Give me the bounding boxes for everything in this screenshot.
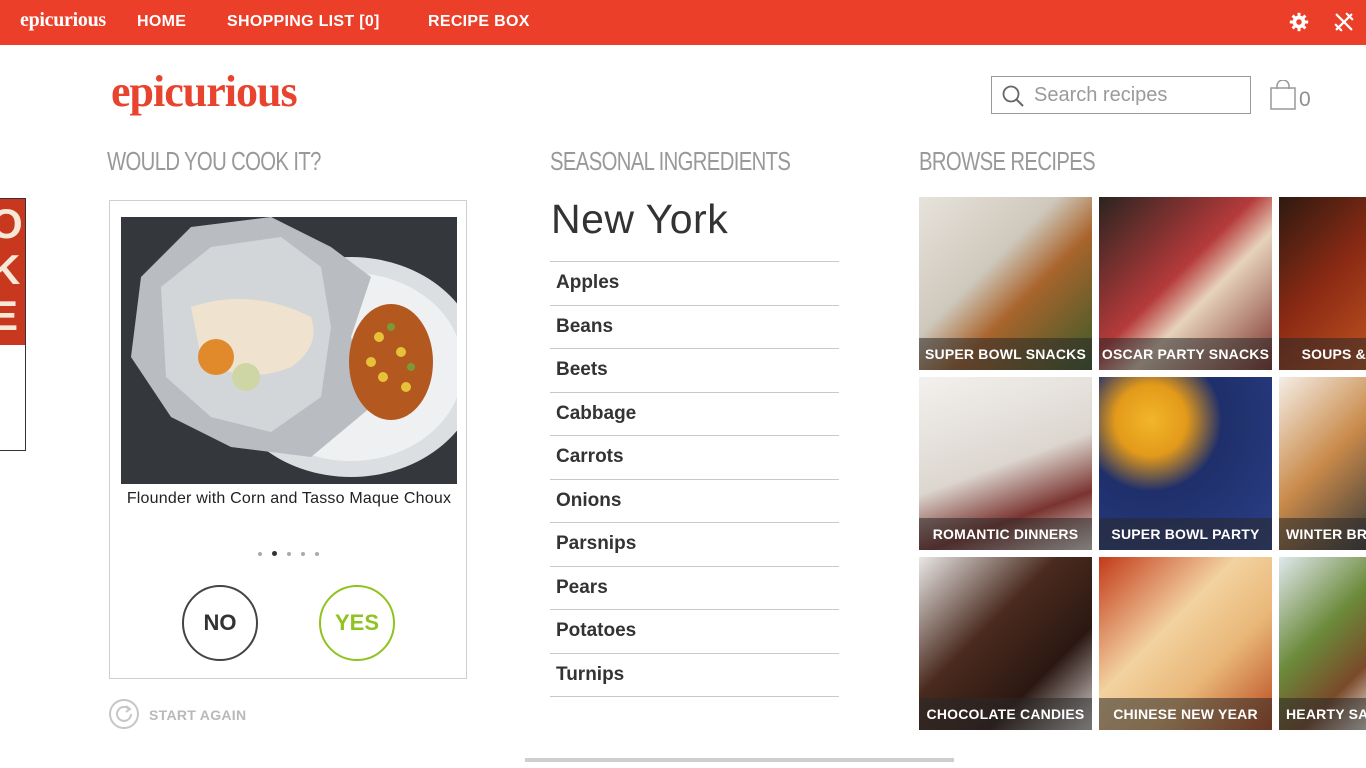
browse-tile-soups[interactable]: SOUPS & <box>1279 197 1366 370</box>
ingredient-item[interactable]: Onions <box>550 480 839 523</box>
ingredient-item[interactable]: Pears <box>550 567 839 610</box>
nav-home[interactable]: HOME <box>137 13 186 31</box>
ingredient-item[interactable]: Cabbage <box>550 393 839 436</box>
previous-card-peek[interactable]: OKE <box>0 198 26 451</box>
bag-count: 0 <box>1299 88 1311 111</box>
ingredient-item[interactable]: Beets <box>550 349 839 393</box>
tile-caption: CHINESE NEW YEAR <box>1099 698 1272 730</box>
city-name[interactable]: New York <box>551 196 728 243</box>
ingredient-item[interactable]: Carrots <box>550 436 839 480</box>
ingredient-item[interactable]: Turnips <box>550 654 839 697</box>
carousel-dot[interactable] <box>286 551 291 556</box>
horizontal-scrollbar[interactable] <box>525 758 954 762</box>
tile-caption: SOUPS & <box>1279 338 1366 370</box>
carousel-dot[interactable] <box>314 551 319 556</box>
search-icon <box>1002 85 1024 107</box>
recipe-photo <box>121 217 457 484</box>
nav-recipe-box[interactable]: RECIPE BOX <box>428 13 530 31</box>
ingredient-item[interactable]: Potatoes <box>550 610 839 654</box>
start-again-label: START AGAIN <box>149 707 247 723</box>
tile-caption: ROMANTIC DINNERS <box>919 518 1092 550</box>
tile-caption: CHOCOLATE CANDIES <box>919 698 1092 730</box>
app-bar-logo[interactable]: epicurious <box>20 9 106 32</box>
ingredient-item[interactable]: Apples <box>550 262 839 306</box>
ingredient-item[interactable]: Parsnips <box>550 523 839 567</box>
browse-tile-chocolate-candies[interactable]: CHOCOLATE CANDIES <box>919 557 1092 730</box>
ingredient-list: Apples Beans Beets Cabbage Carrots Onion… <box>550 261 839 697</box>
browse-tile-romantic-dinners[interactable]: ROMANTIC DINNERS <box>919 377 1092 550</box>
browse-tile-super-bowl-snacks[interactable]: SUPER BOWL SNACKS <box>919 197 1092 370</box>
previous-card-image: OKE <box>0 199 25 345</box>
no-button[interactable]: NO <box>182 585 258 661</box>
settings-gear-icon[interactable] <box>1288 11 1310 33</box>
refresh-icon <box>109 699 139 729</box>
recipe-title[interactable]: Flounder with Corn and Tasso Maque Choux <box>122 489 456 508</box>
cook-it-card: Flounder with Corn and Tasso Maque Choux… <box>109 200 467 679</box>
carousel-dot-active[interactable] <box>271 551 277 557</box>
shopping-bag-icon[interactable] <box>1270 80 1296 110</box>
browse-tile-chinese-new-year[interactable]: CHINESE NEW YEAR <box>1099 557 1272 730</box>
tile-caption: WINTER BR <box>1279 518 1366 550</box>
carousel-dots <box>110 545 466 563</box>
search-input[interactable] <box>1034 82 1244 108</box>
tile-caption: SUPER BOWL SNACKS <box>919 338 1092 370</box>
utensils-icon[interactable] <box>1333 11 1355 33</box>
carousel-dot[interactable] <box>300 551 305 556</box>
nav-shopping-list[interactable]: SHOPPING LIST [0] <box>227 13 380 31</box>
brand-logo[interactable]: epicurious <box>111 66 298 117</box>
yes-button[interactable]: YES <box>319 585 395 661</box>
browse-tile-super-bowl-party[interactable]: SUPER BOWL PARTY <box>1099 377 1272 550</box>
tile-caption: SUPER BOWL PARTY <box>1099 518 1272 550</box>
tile-caption: OSCAR PARTY SNACKS <box>1099 338 1272 370</box>
ingredient-item[interactable]: Beans <box>550 306 839 349</box>
app-bar: epicurious HOME SHOPPING LIST [0] RECIPE… <box>0 0 1366 45</box>
browse-tile-winter-brunch[interactable]: WINTER BR <box>1279 377 1366 550</box>
browse-tile-oscar-party-snacks[interactable]: OSCAR PARTY SNACKS <box>1099 197 1272 370</box>
heading-would-you-cook-it: WOULD YOU COOK IT? <box>107 146 321 176</box>
browse-tile-hearty-salads[interactable]: HEARTY SAL <box>1279 557 1366 730</box>
search-box[interactable] <box>991 76 1251 114</box>
heading-browse-recipes[interactable]: BROWSE RECIPES <box>919 146 1096 177</box>
heading-seasonal-ingredients: SEASONAL INGREDIENTS <box>550 146 791 176</box>
tile-caption: HEARTY SAL <box>1279 698 1366 730</box>
carousel-dot[interactable] <box>257 551 262 556</box>
